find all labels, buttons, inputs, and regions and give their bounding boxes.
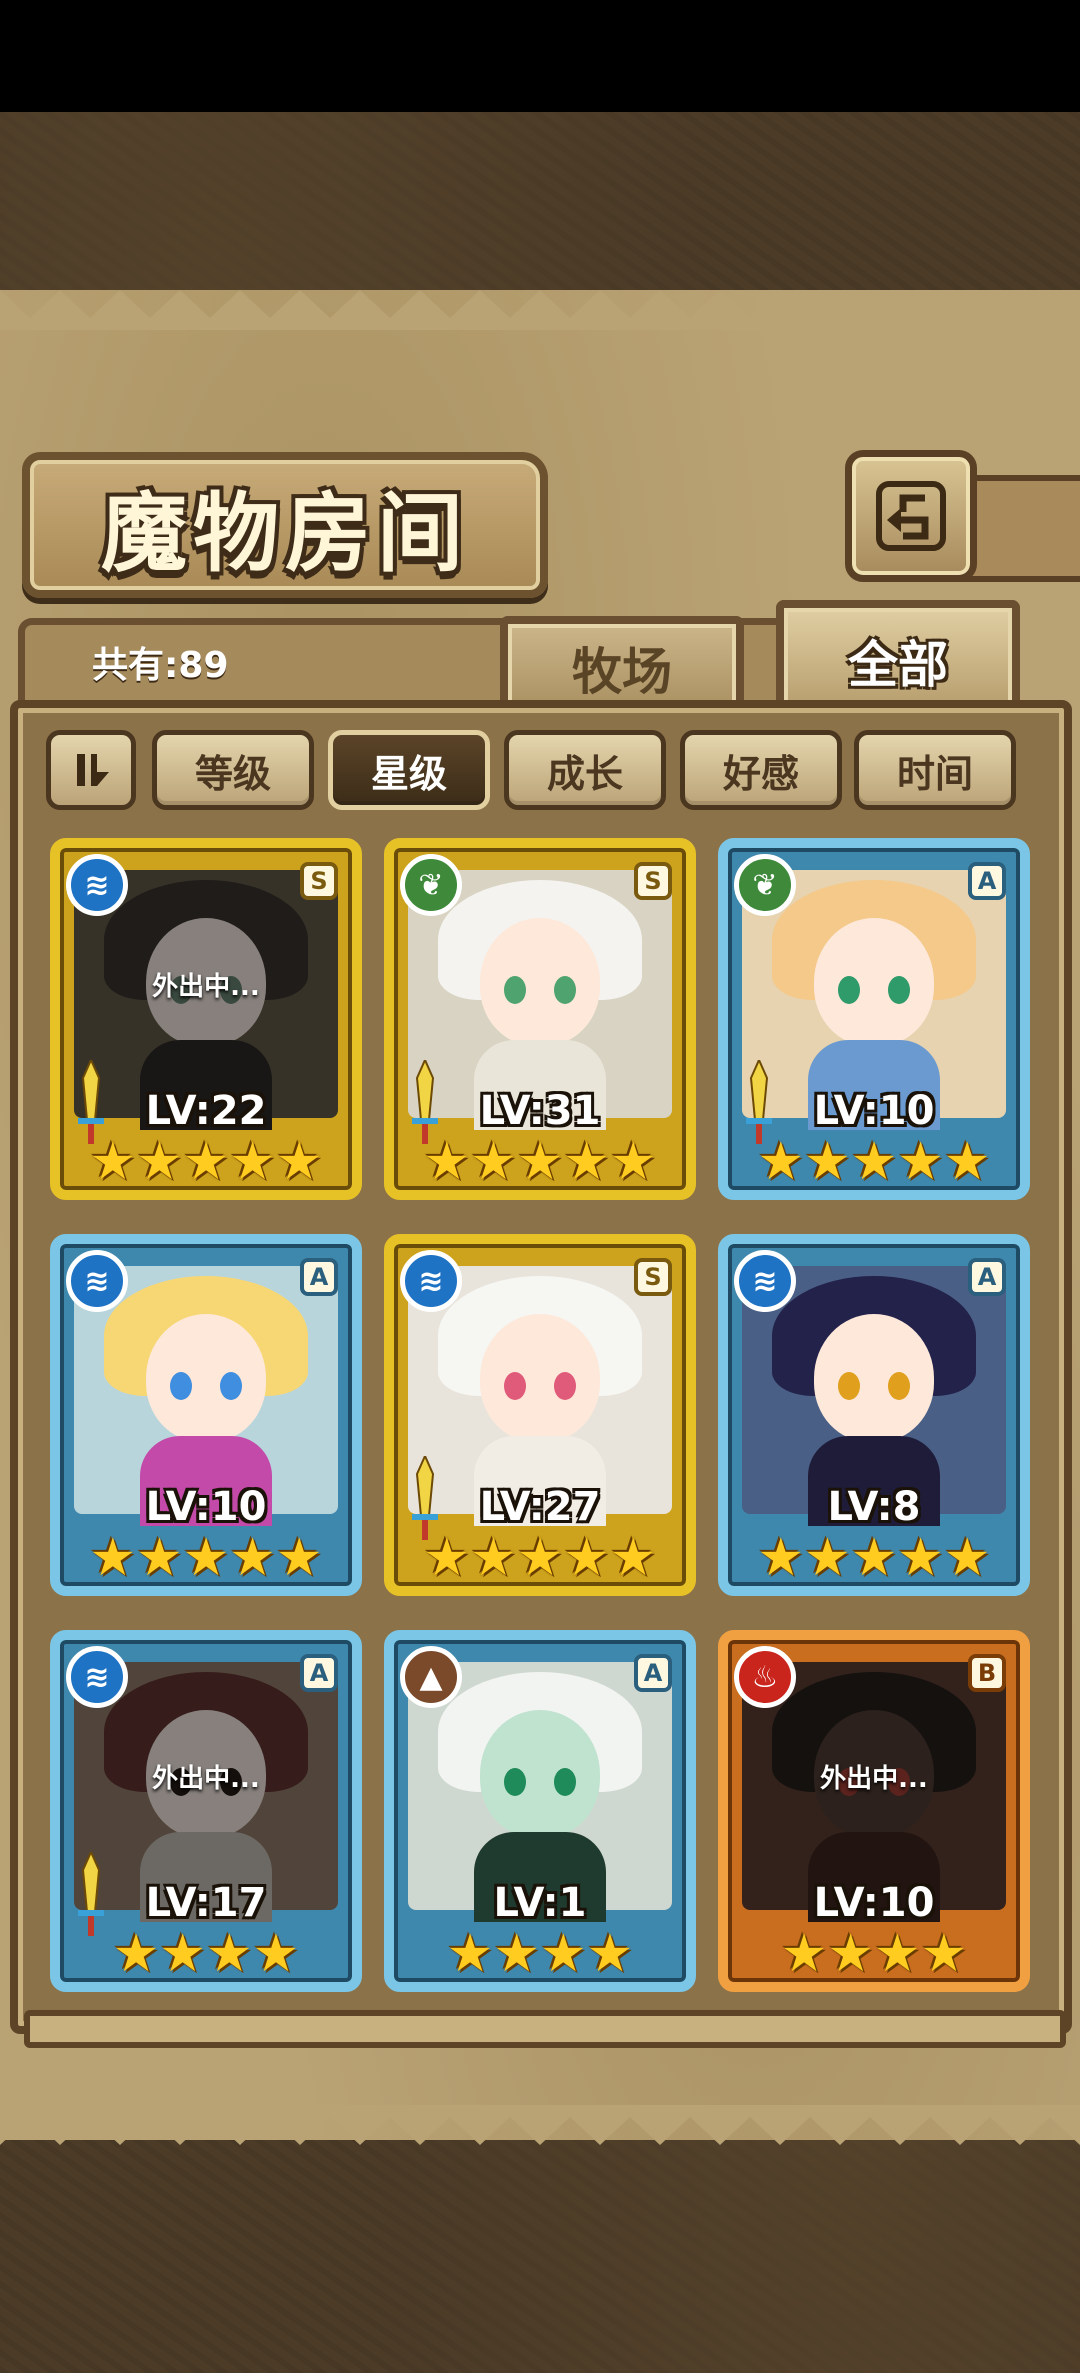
water-element-icon: ≋: [66, 1646, 128, 1708]
earth-element-icon: ▲: [400, 1646, 462, 1708]
grass-element-icon: ❦: [400, 854, 462, 916]
grid-frame-bottom: [24, 2010, 1066, 2048]
title-plate: 魔物房间: [22, 452, 548, 598]
sort-order-toggle[interactable]: [46, 730, 136, 810]
star-rating: ★★★★: [394, 1926, 686, 1982]
monster-count: 共有:89: [92, 645, 229, 686]
monster-card[interactable]: ≋ A LV:10 ★★★★★: [50, 1234, 362, 1596]
fire-element-icon: ♨: [734, 1646, 796, 1708]
star-rating: ★★★★★: [60, 1134, 352, 1190]
panel-top-edge: [0, 290, 1080, 330]
star-rating: ★★★★★: [728, 1530, 1020, 1586]
tab-all[interactable]: 全部: [776, 600, 1020, 714]
rank-badge: B: [968, 1654, 1006, 1692]
monster-level: LV:10: [813, 1088, 935, 1134]
tab-pasture[interactable]: 牧场: [500, 616, 744, 712]
rank-badge: A: [968, 1258, 1006, 1296]
water-element-icon: ≋: [400, 1250, 462, 1312]
star-rating: ★★★★★: [394, 1530, 686, 1586]
stars-text: ★★★★★: [757, 1132, 991, 1192]
star-rating: ★★★★★: [728, 1134, 1020, 1190]
rank-badge: S: [634, 1258, 672, 1296]
sort-order-icon: [77, 754, 109, 786]
monster-card[interactable]: ≋ S LV:27 ★★★★★: [384, 1234, 696, 1596]
sort-level-button[interactable]: 等级: [152, 730, 314, 810]
sort-time-button[interactable]: 时间: [854, 730, 1016, 810]
stars-text: ★★★★: [112, 1924, 300, 1984]
stars-text: ★★★★: [780, 1924, 968, 1984]
away-status: 外出中...: [152, 972, 260, 1002]
stars-text: ★★★★★: [89, 1528, 323, 1588]
monster-card[interactable]: ♨ B 外出中... LV:10 ★★★★: [718, 1630, 1030, 1992]
monster-card[interactable]: ≋ A 外出中... LV:17 ★★★★: [50, 1630, 362, 1992]
monster-card[interactable]: ▲ A LV:1 ★★★★: [384, 1630, 696, 1992]
away-status: 外出中...: [152, 1764, 260, 1794]
monster-level: LV:10: [813, 1880, 935, 1926]
stars-text: ★★★★: [446, 1924, 634, 1984]
star-rating: ★★★★★: [60, 1530, 352, 1586]
monster-card[interactable]: ❦ A LV:10 ★★★★★: [718, 838, 1030, 1200]
monster-level: LV:31: [479, 1088, 601, 1134]
sort-affection-button[interactable]: 好感: [680, 730, 842, 810]
water-element-icon: ≋: [66, 854, 128, 916]
monster-level: LV:10: [145, 1484, 267, 1530]
monster-level: LV:22: [145, 1088, 267, 1134]
monster-level: LV:8: [827, 1484, 921, 1530]
sort-growth-button[interactable]: 成长: [504, 730, 666, 810]
star-rating: ★★★★★: [394, 1134, 686, 1190]
monster-level: LV:17: [145, 1880, 267, 1926]
monster-card[interactable]: ≋ A LV:8 ★★★★★: [718, 1234, 1030, 1596]
stars-text: ★★★★★: [423, 1528, 657, 1588]
return-icon: [876, 481, 946, 551]
rank-badge: S: [300, 862, 338, 900]
away-status: 外出中...: [820, 1764, 928, 1794]
app-root: { "header": { "title": "魔物房间" }, "summar…: [0, 0, 1080, 2373]
rank-badge: A: [634, 1654, 672, 1692]
status-bar: [0, 0, 1080, 112]
monster-level: LV:27: [479, 1484, 601, 1530]
sort-stars-button[interactable]: 星级: [328, 730, 490, 810]
page-title: 魔物房间: [101, 482, 469, 584]
panel-bottom-edge: [0, 2105, 1080, 2145]
stars-text: ★★★★★: [423, 1132, 657, 1192]
rank-badge: S: [634, 862, 672, 900]
rank-badge: A: [300, 1258, 338, 1296]
monster-card[interactable]: ❦ S LV:31 ★★★★★: [384, 838, 696, 1200]
water-element-icon: ≋: [66, 1250, 128, 1312]
stars-text: ★★★★★: [757, 1528, 991, 1588]
water-element-icon: ≋: [734, 1250, 796, 1312]
stars-text: ★★★★★: [89, 1132, 323, 1192]
monster-card[interactable]: ≋ S 外出中... LV:22 ★★★★★: [50, 838, 362, 1200]
back-button[interactable]: [845, 450, 977, 582]
monster-level: LV:1: [493, 1880, 587, 1926]
star-rating: ★★★★: [728, 1926, 1020, 1982]
grass-element-icon: ❦: [734, 854, 796, 916]
rank-badge: A: [300, 1654, 338, 1692]
star-rating: ★★★★: [60, 1926, 352, 1982]
rank-badge: A: [968, 862, 1006, 900]
